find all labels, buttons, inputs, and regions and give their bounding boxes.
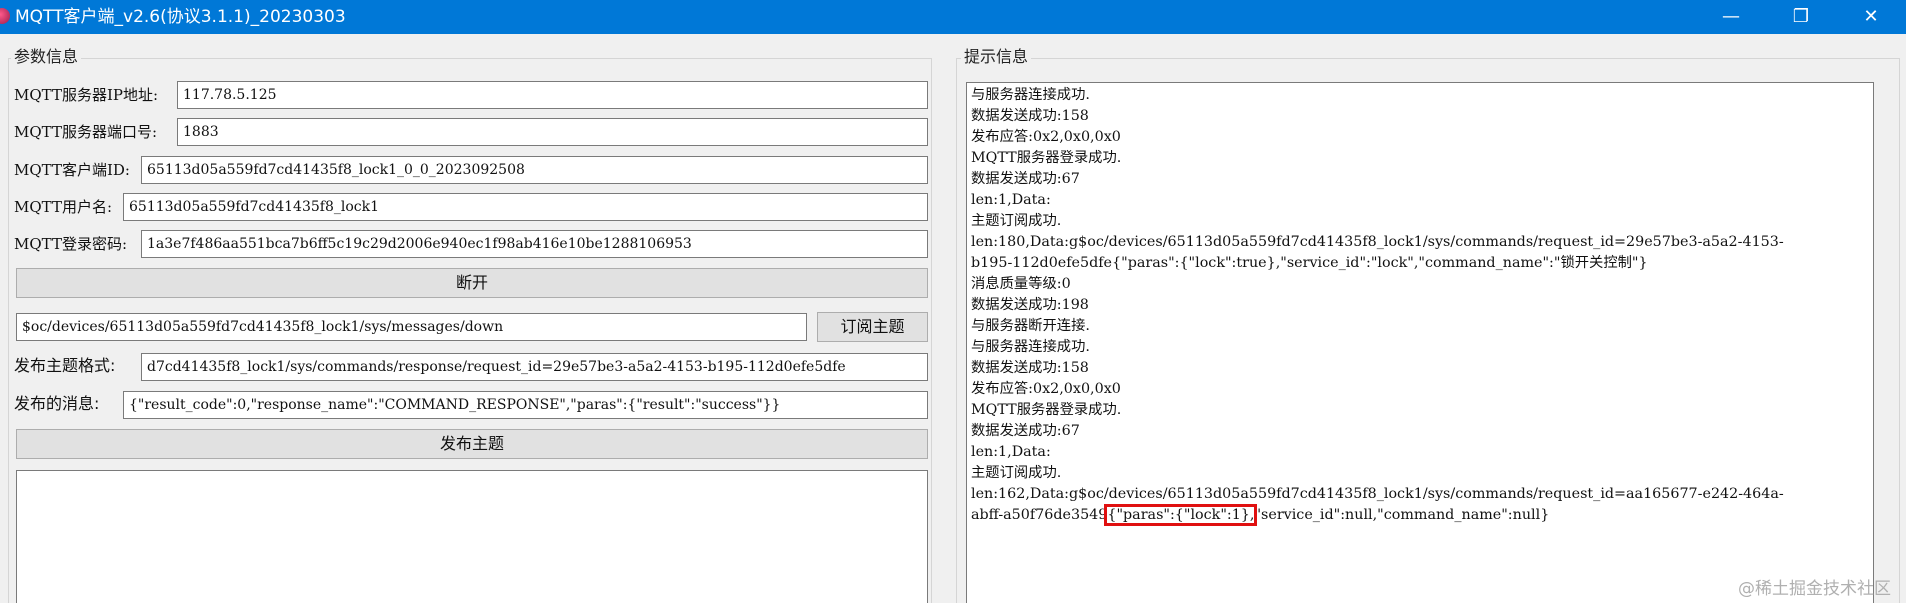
log-line: MQTT服务器登录成功. <box>971 402 1122 418</box>
log-line: 主题订阅成功. <box>971 465 1062 481</box>
log-line: MQTT服务器登录成功. <box>971 150 1122 166</box>
minimize-button[interactable]: — <box>1696 0 1766 34</box>
log-line: 数据发送成功:67 <box>971 171 1080 187</box>
log-line: 数据发送成功:158 <box>971 360 1089 376</box>
log-line: 消息质量等级:0 <box>971 276 1071 292</box>
log-line: 与服务器连接成功. <box>971 87 1090 103</box>
watermark: @稀土掘金技术社区 <box>1738 579 1891 599</box>
log-line: len:162,Data:g$oc/devices/65113d05a559fd… <box>971 486 1784 502</box>
title-bar: MQTT客户端_v2.6(协议3.1.1)_20230303 — ❐ ✕ <box>0 0 1906 34</box>
log-textarea[interactable]: 与服务器连接成功. 数据发送成功:158 发布应答:0x2,0x0,0x0 MQ… <box>966 82 1874 603</box>
client-id-input[interactable]: 65113d05a559fd7cd41435f8_lock1_0_0_20230… <box>141 156 928 184</box>
server-ip-label: MQTT服务器IP地址: <box>14 86 159 104</box>
publish-topic-input[interactable]: d7cd41435f8_lock1/sys/commands/response/… <box>141 353 928 381</box>
log-line: 与服务器连接成功. <box>971 339 1090 355</box>
subscribe-topic-input[interactable]: $oc/devices/65113d05a559fd7cd41435f8_loc… <box>16 313 807 341</box>
log-line: 主题订阅成功. <box>971 213 1062 229</box>
log-line: len:180,Data:g$oc/devices/65113d05a559fd… <box>971 234 1784 250</box>
server-port-input[interactable]: 1883 <box>177 118 928 146</box>
server-ip-input[interactable]: 117.78.5.125 <box>177 81 928 109</box>
username-input[interactable]: 65113d05a559fd7cd41435f8_lock1 <box>123 193 928 221</box>
window-title: MQTT客户端_v2.6(协议3.1.1)_20230303 <box>15 7 346 27</box>
log-line: 发布应答:0x2,0x0,0x0 <box>971 129 1121 145</box>
log-line: 发布应答:0x2,0x0,0x0 <box>971 381 1121 397</box>
log-group-label: 提示信息 <box>961 47 1032 67</box>
log-line: 数据发送成功:198 <box>971 297 1089 313</box>
params-group-label: 参数信息 <box>11 47 82 67</box>
password-label: MQTT登录密码: <box>14 235 127 253</box>
log-line: len:1,Data: <box>971 192 1051 208</box>
username-label: MQTT用户名: <box>14 198 112 216</box>
log-line-suffix: "service_id":null,"command_name":null} <box>1254 507 1550 523</box>
client-id-label: MQTT客户端ID: <box>14 161 130 179</box>
publish-topic-label: 发布主题格式: <box>14 356 116 375</box>
log-line: 数据发送成功:158 <box>971 108 1089 124</box>
log-line-last: abff-a50f76de3549{"paras":{"lock":1},"se… <box>971 504 1869 526</box>
publish-message-input[interactable]: {"result_code":0,"response_name":"COMMAN… <box>123 391 928 419</box>
highlighted-paras: {"paras":{"lock":1}, <box>1104 504 1258 526</box>
close-button[interactable]: ✕ <box>1836 0 1906 34</box>
publish-button[interactable]: 发布主题 <box>16 429 928 459</box>
log-line: 数据发送成功:67 <box>971 423 1080 439</box>
log-line: b195-112d0efe5dfe{"paras":{"lock":true},… <box>971 255 1648 271</box>
message-textarea[interactable] <box>16 470 928 603</box>
log-line: len:1,Data: <box>971 444 1051 460</box>
log-line-prefix: abff-a50f76de3549 <box>971 507 1108 523</box>
subscribe-button[interactable]: 订阅主题 <box>817 312 928 342</box>
publish-message-label: 发布的消息: <box>14 394 100 413</box>
server-port-label: MQTT服务器端口号: <box>14 123 157 141</box>
password-input[interactable]: 1a3e7f486aa551bca7b6ff5c19c29d2006e940ec… <box>141 230 928 258</box>
log-line: 与服务器断开连接. <box>971 318 1090 334</box>
maximize-button[interactable]: ❐ <box>1766 0 1836 34</box>
app-icon <box>0 8 10 24</box>
disconnect-button[interactable]: 断开 <box>16 268 928 298</box>
